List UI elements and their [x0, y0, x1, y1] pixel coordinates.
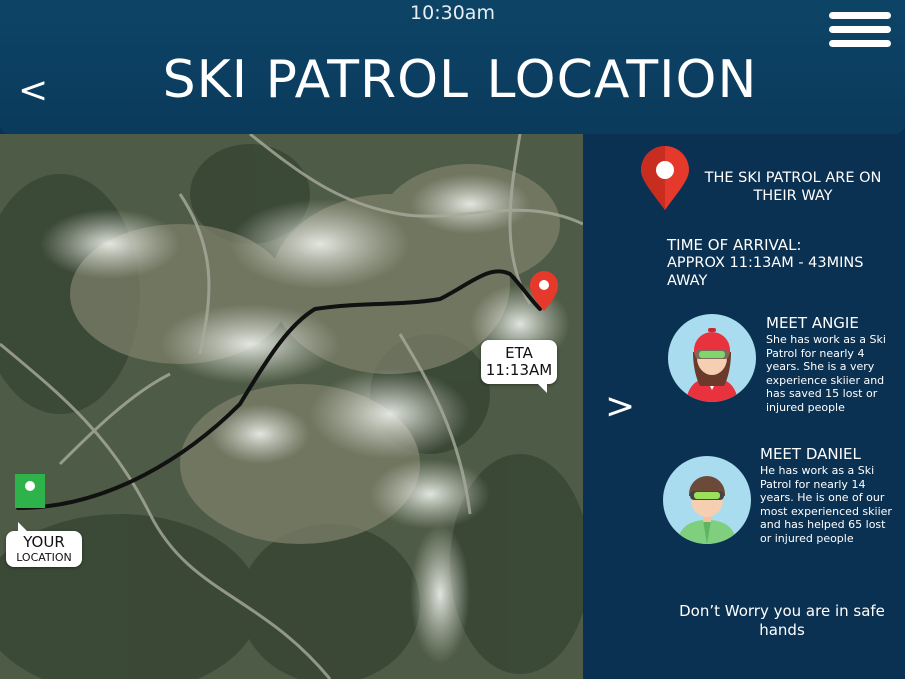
eta-callout: ETA 11:13AM: [481, 340, 557, 393]
your-location-callout: YOUR LOCATION: [6, 522, 82, 567]
satellite-map: [0, 134, 583, 679]
status-message: THE SKI PATROL ARE ON THEIR WAY: [704, 170, 882, 204]
header-bar: 10:30am < SKI PATROL LOCATION: [0, 0, 905, 134]
arrival-info: TIME OF ARRIVAL: APPROX 11:13AM - 43MINS…: [667, 236, 897, 290]
page-title: SKI PATROL LOCATION: [162, 50, 758, 110]
status-time: 10:30am: [410, 2, 495, 24]
arrival-heading: TIME OF ARRIVAL:: [667, 236, 802, 254]
eta-label: ETA: [505, 344, 533, 362]
reassurance-text: Don’t Worry you are in safe hands: [679, 602, 885, 639]
your-label: YOUR: [23, 533, 65, 551]
user-location-pin[interactable]: [15, 474, 45, 508]
eta-time: 11:13AM: [485, 361, 553, 379]
daniel-name: MEET DANIEL: [760, 445, 861, 463]
daniel-avatar: [663, 456, 751, 544]
next-button[interactable]: >: [605, 386, 635, 427]
angie-description: She has work as a Ski Patrol for nearly …: [766, 333, 886, 414]
hamburger-menu-icon[interactable]: [829, 12, 891, 54]
angie-name: MEET ANGIE: [766, 314, 859, 332]
info-panel: THE SKI PATROL ARE ON THEIR WAY TIME OF …: [583, 134, 905, 679]
location-label: LOCATION: [16, 551, 72, 564]
angie-bio: MEET ANGIE She has work as a Ski Patrol …: [766, 314, 896, 414]
location-pin-icon: [641, 146, 689, 210]
map-view[interactable]: ETA 11:13AM: [0, 134, 583, 679]
angie-avatar: [668, 314, 756, 402]
daniel-description: He has work as a Ski Patrol for nearly 1…: [760, 464, 892, 545]
daniel-bio: MEET DANIEL He has work as a Ski Patrol …: [760, 445, 900, 545]
arrival-detail: APPROX 11:13AM - 43MINS AWAY: [667, 255, 864, 289]
